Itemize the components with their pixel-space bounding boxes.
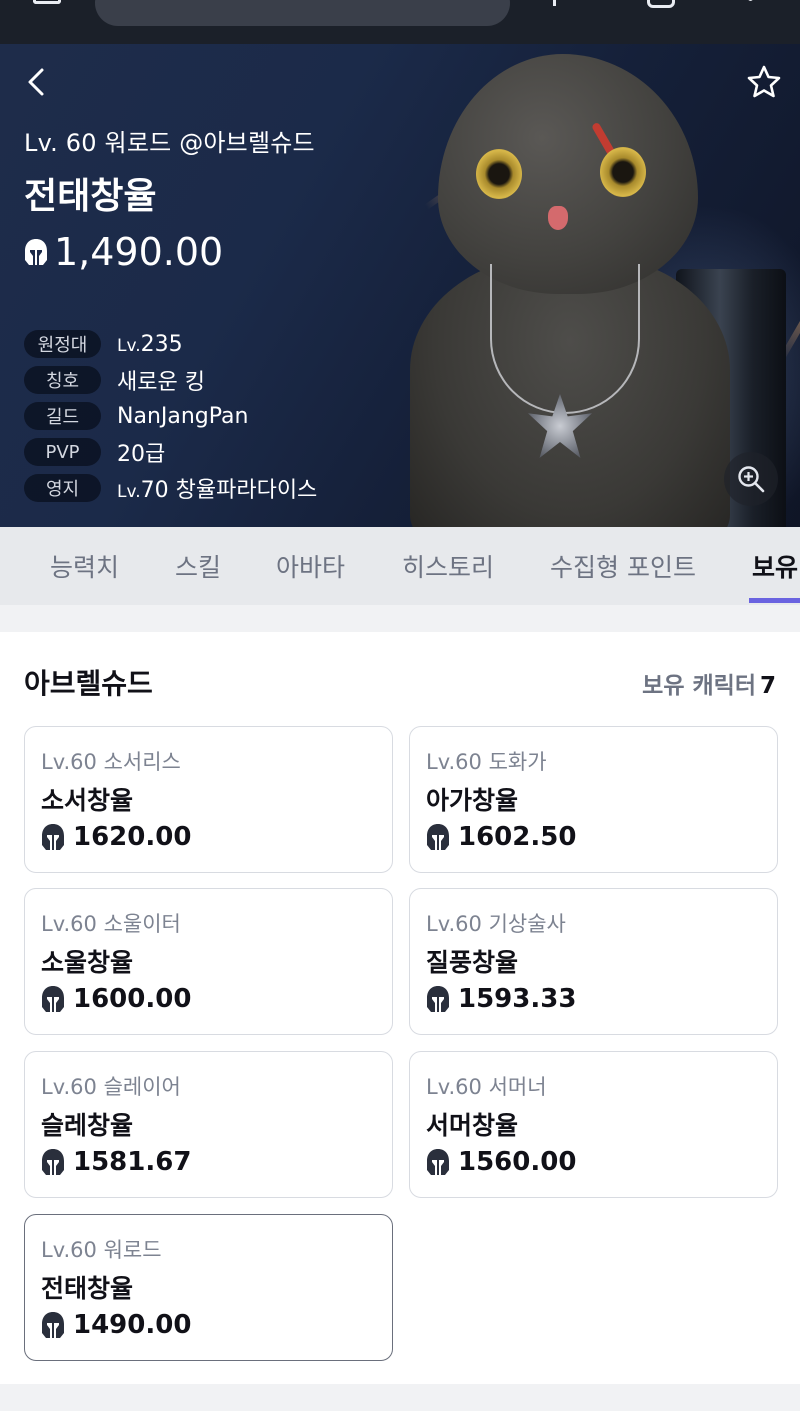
info-value: Lv.70 창율파라다이스 (117, 472, 317, 504)
helmet-icon (41, 1147, 65, 1177)
card-item-level-value: 1602.50 (458, 822, 577, 852)
info-row-guild: 길드 NanJangPan (24, 402, 248, 430)
info-row-expedition: 원정대 Lv.235 (24, 330, 183, 358)
expedition-level: 235 (140, 331, 183, 357)
card-item-level: 1600.00 (41, 982, 191, 1016)
card-character-name: 전태창율 (41, 1274, 134, 1303)
avatar-tongue (548, 206, 568, 230)
info-row-estate: 영지 Lv.70 창율파라다이스 (24, 472, 317, 504)
character-name: 전태창율 (24, 176, 157, 217)
character-card[interactable]: Lv.60 기상술사 질풍창율 1593.33 (409, 888, 778, 1035)
avatar-necklace (490, 264, 640, 414)
roster-section: 아브렐슈드 보유 캐릭터 7 Lv.60 소서리스 소서창율 1620.00 Lv… (0, 632, 800, 1384)
card-item-level: 1581.67 (41, 1145, 191, 1179)
new-tab-icon[interactable] (553, 0, 556, 6)
avatar-eye (600, 147, 646, 197)
owned-characters-count: 보유 캐릭터 7 (642, 666, 776, 700)
item-level-display: 1,490.00 (24, 230, 223, 274)
card-item-level: 1490.00 (41, 1308, 191, 1342)
estate-info: 70 창율파라다이스 (140, 478, 318, 503)
character-card[interactable]: Lv.60 서머너 서머창율 1560.00 (409, 1051, 778, 1198)
helmet-icon (41, 822, 65, 852)
helmet-icon (426, 984, 450, 1014)
card-class-level: Lv.60 기상술사 (426, 912, 566, 936)
tab-stats[interactable]: 능력치 (50, 527, 119, 605)
card-item-level-value: 1620.00 (73, 822, 192, 852)
character-card[interactable]: Lv.60 소서리스 소서창율 1620.00 (24, 726, 393, 873)
card-character-name: 소울창율 (41, 948, 134, 977)
card-item-level-value: 1490.00 (73, 1310, 192, 1340)
info-value: NanJangPan (117, 403, 249, 429)
character-card[interactable]: Lv.60 슬레이어 슬레창율 1581.67 (24, 1051, 393, 1198)
helmet-icon (24, 238, 48, 266)
character-avatar-image (380, 54, 760, 527)
character-card[interactable]: Lv.60 도화가 아가창율 1602.50 (409, 726, 778, 873)
character-card[interactable]: Lv.60 소울이터 소울창율 1600.00 (24, 888, 393, 1035)
card-item-level: 1593.33 (426, 982, 576, 1016)
character-subtitle: Lv. 60 워로드 @아브렐슈드 (24, 129, 315, 157)
more-options-icon[interactable] (748, 0, 753, 1)
zoom-in-icon (738, 466, 765, 493)
browser-menu-icon[interactable] (33, 0, 61, 4)
card-class-level: Lv.60 소울이터 (41, 912, 181, 936)
helmet-icon (426, 1147, 450, 1177)
helmet-icon (426, 822, 450, 852)
info-value: 새로운 킹 (117, 370, 205, 395)
back-button[interactable] (22, 66, 52, 98)
card-class-level: Lv.60 도화가 (426, 750, 547, 774)
card-character-name: 슬레창율 (41, 1111, 134, 1140)
chevron-left-icon (28, 68, 44, 96)
card-item-level: 1602.50 (426, 820, 576, 854)
card-class-level: Lv.60 슬레이어 (41, 1075, 181, 1099)
address-bar[interactable] (95, 0, 510, 26)
tabs-overview-icon[interactable] (647, 0, 675, 8)
card-character-name: 질풍창율 (426, 948, 519, 977)
level-prefix: Lv. (117, 335, 141, 356)
tab-collectibles[interactable]: 수집형 포인트 (550, 527, 696, 605)
card-item-level-value: 1581.67 (73, 1147, 192, 1177)
info-value: Lv.235 (117, 332, 183, 357)
info-row-pvp: PVP 20급 (24, 438, 166, 467)
tab-owned-characters[interactable]: 보유 (752, 527, 798, 605)
item-level-value: 1,490.00 (54, 230, 224, 274)
server-name: 아브렐슈드 (24, 667, 153, 700)
active-tab-indicator (749, 598, 800, 603)
card-character-name: 소서창율 (41, 786, 134, 815)
browser-toolbar (0, 0, 800, 44)
star-outline-icon (747, 65, 781, 98)
favorite-button[interactable] (746, 64, 782, 100)
helmet-icon (41, 1310, 65, 1340)
owned-label: 보유 캐릭터 (642, 673, 756, 699)
info-label: 칭호 (24, 366, 101, 394)
character-hero: Lv. 60 워로드 @아브렐슈드 전태창율 1,490.00 원정대 Lv.2… (0, 44, 800, 527)
card-item-level: 1560.00 (426, 1145, 576, 1179)
character-card-selected[interactable]: Lv.60 워로드 전태창율 1490.00 (24, 1214, 393, 1361)
card-class-level: Lv.60 워로드 (41, 1238, 162, 1262)
card-item-level: 1620.00 (41, 820, 191, 854)
owned-number: 7 (759, 673, 776, 699)
tab-skills[interactable]: 스킬 (175, 527, 221, 605)
card-class-level: Lv.60 소서리스 (41, 750, 181, 774)
card-character-name: 아가창율 (426, 786, 519, 815)
card-item-level-value: 1593.33 (458, 984, 577, 1014)
info-value: 20급 (117, 442, 166, 467)
card-item-level-value: 1560.00 (458, 1147, 577, 1177)
info-row-title: 칭호 새로운 킹 (24, 366, 205, 395)
helmet-icon (41, 984, 65, 1014)
level-prefix: Lv. (117, 482, 141, 502)
info-label: PVP (24, 438, 101, 466)
zoom-button[interactable] (724, 452, 778, 506)
card-item-level-value: 1600.00 (73, 984, 192, 1014)
tab-avatar[interactable]: 아바타 (276, 527, 345, 605)
card-class-level: Lv.60 서머너 (426, 1075, 547, 1099)
info-label: 영지 (24, 474, 101, 502)
info-label: 길드 (24, 402, 101, 430)
avatar-eye (476, 149, 522, 199)
card-character-name: 서머창율 (426, 1111, 519, 1140)
tab-history[interactable]: 히스토리 (402, 527, 494, 605)
profile-tab-bar: 능력치 스킬 아바타 히스토리 수집형 포인트 보유 (0, 527, 800, 605)
info-label: 원정대 (24, 330, 101, 358)
